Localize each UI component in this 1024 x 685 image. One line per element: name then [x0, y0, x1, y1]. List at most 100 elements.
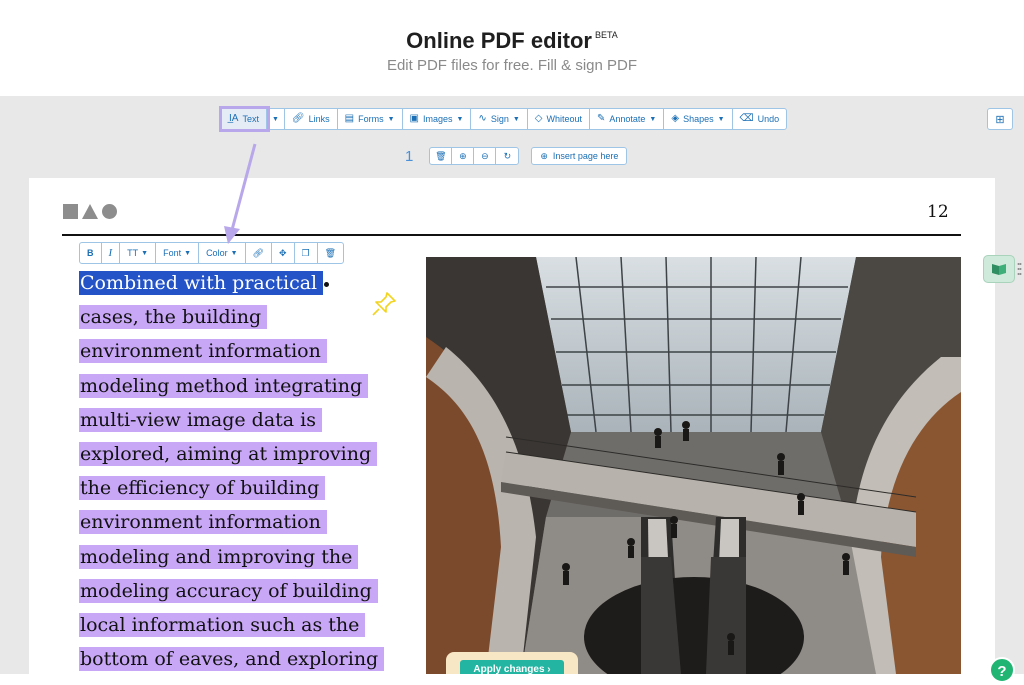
help-icon: ?	[997, 663, 1007, 680]
font-size-button[interactable]: TT ▼	[120, 243, 157, 263]
app-title: Online PDF editor BETA	[0, 28, 1024, 54]
apply-changes-button[interactable]: Apply changes ›	[460, 660, 564, 674]
copy-icon: ❐	[301, 247, 310, 258]
text-format-toolbar: B I TT ▼ Font ▼ Color ▼ 🔗︎ ✥ ❐ 🗑︎	[79, 242, 345, 264]
text-cursor-icon: I̲A	[229, 113, 239, 124]
grid-view-button[interactable]: ⊞	[987, 108, 1013, 130]
link-text-button[interactable]: 🔗︎	[246, 243, 272, 263]
text-line[interactable]: modeling and improving the	[79, 540, 409, 574]
text-line[interactable]: modeling accuracy of building	[79, 574, 409, 608]
chevron-down-icon: ▼	[456, 115, 464, 123]
delete-page-button[interactable]: 🗑︎	[430, 148, 453, 164]
sign-tool-button[interactable]: ∿ Sign ▼	[471, 109, 528, 129]
italic-button[interactable]: I	[102, 243, 121, 263]
undo-button[interactable]: ⌫ Undo	[733, 109, 787, 129]
book-icon	[992, 264, 1006, 275]
text-line[interactable]: environment information	[79, 334, 409, 368]
text-line-content: Combined with practical	[79, 271, 324, 295]
chevron-down-icon: ▼	[230, 249, 238, 257]
trash-icon: 🗑︎	[435, 150, 447, 161]
app-subtitle: Edit PDF files for free. Fill & sign PDF	[386, 57, 638, 74]
delete-text-button[interactable]: 🗑︎	[318, 243, 343, 263]
reader-side-button[interactable]	[983, 255, 1015, 283]
text-line[interactable]: environment information	[79, 505, 409, 539]
forms-tool-button[interactable]: ▤ Forms ▼	[338, 109, 403, 129]
chevron-down-icon: ▼	[271, 115, 279, 123]
move-text-button[interactable]: ✥	[272, 243, 295, 263]
document-logo	[63, 204, 117, 219]
insert-page-label: Insert page here	[552, 151, 619, 161]
text-tool-dropdown[interactable]: ▼	[267, 109, 285, 129]
page-actions: 🗑︎ ⊕ ⊖ ↻	[429, 147, 520, 165]
zoom-out-button[interactable]: ⊖	[474, 148, 497, 164]
editor-workspace: I̲A Text ▼ 🔗︎ Links ▤ Forms ▼ ▣ Images ▼…	[0, 96, 1024, 683]
color-button[interactable]: Color ▼	[199, 243, 246, 263]
rotate-icon: ↻	[503, 150, 512, 161]
text-line[interactable]: modeling method integrating	[79, 369, 409, 403]
chevron-down-icon: ▼	[184, 249, 192, 257]
text-line-content: cases, the building	[79, 305, 268, 330]
color-label: Color	[206, 248, 228, 258]
editable-text-block[interactable]: Combined with practical cases, the build…	[79, 266, 409, 674]
shapes-icon: ◈	[671, 113, 680, 124]
main-toolbar: I̲A Text ▼ 🔗︎ Links ▤ Forms ▼ ▣ Images ▼…	[219, 106, 788, 132]
text-cursor	[324, 281, 330, 287]
whiteout-tool-button[interactable]: ◇ Whiteout	[528, 109, 590, 129]
zoom-in-button[interactable]: ⊕	[452, 148, 475, 164]
annotate-tool-button[interactable]: ✎ Annotate ▼	[590, 109, 665, 129]
images-tool-button[interactable]: ▣ Images ▼	[403, 109, 472, 129]
text-line[interactable]: cases, the building	[79, 300, 409, 334]
beta-badge: BETA	[594, 30, 618, 40]
header-rule	[62, 234, 961, 236]
trash-icon: 🗑︎	[324, 247, 337, 258]
bold-button[interactable]: B	[80, 243, 102, 263]
pencil-icon: ✎	[597, 113, 606, 124]
forms-icon: ▤	[344, 113, 355, 124]
shapes-label: Shapes	[683, 114, 714, 124]
signature-icon: ∿	[478, 113, 487, 124]
undo-label: Undo	[757, 114, 780, 124]
text-line[interactable]: the efficiency of building	[79, 471, 409, 505]
image-icon: ▣	[409, 113, 419, 124]
chevron-down-icon: ▼	[512, 115, 520, 123]
text-line-content: bottom of eaves, and exploring	[79, 647, 385, 672]
link-icon: 🔗︎	[252, 247, 264, 258]
sign-label: Sign	[490, 114, 509, 124]
text-line-content: explored, aiming at improving	[79, 441, 378, 466]
atrium-photo	[426, 257, 961, 674]
undo-icon: ⌫	[739, 113, 754, 124]
app-header: Online PDF editor BETA Edit PDF files for…	[0, 0, 1024, 96]
apply-changes-bubble: Apply changes ›	[446, 652, 578, 674]
text-line-content: environment information	[79, 510, 327, 535]
insert-page-button[interactable]: ⊕ Insert page here	[531, 147, 628, 165]
grid-icon: ⊞	[995, 113, 1005, 126]
link-icon: 🔗︎	[291, 113, 305, 124]
text-line[interactable]: multi-view image data is	[79, 403, 409, 437]
circle-shape-icon	[102, 204, 117, 219]
pdf-page: 12 B I TT ▼ Font ▼ Color ▼ 🔗︎ ✥ ❐ 🗑︎ Combin…	[29, 178, 995, 674]
chevron-down-icon: ▼	[141, 249, 149, 257]
shapes-tool-button[interactable]: ◈ Shapes ▼	[664, 109, 733, 129]
text-line-content: environment information	[79, 339, 327, 364]
help-button[interactable]: ?	[989, 657, 1015, 683]
pin-icon[interactable]	[370, 290, 398, 318]
text-line[interactable]: explored, aiming at improving	[79, 437, 409, 471]
move-icon: ✥	[278, 247, 287, 258]
text-tool-button[interactable]: I̲A Text	[219, 106, 270, 132]
text-line-content: the efficiency of building	[79, 476, 326, 501]
font-size-label: TT	[127, 248, 139, 258]
links-tool-button[interactable]: 🔗︎ Links	[285, 109, 338, 129]
duplicate-text-button[interactable]: ❐	[295, 243, 318, 263]
font-button[interactable]: Font ▼	[156, 243, 200, 263]
text-line[interactable]: local information such as the	[79, 608, 409, 642]
drag-handle-icon[interactable]	[1017, 262, 1022, 276]
text-line-content: multi-view image data is	[79, 407, 323, 432]
text-line[interactable]: Combined with practical	[79, 266, 409, 300]
zoom-out-icon: ⊖	[481, 150, 489, 161]
forms-label: Forms	[358, 114, 384, 124]
rotate-page-button[interactable]: ↻	[496, 148, 518, 164]
chevron-down-icon: ▼	[717, 115, 725, 123]
text-line[interactable]: bottom of eaves, and exploring	[79, 642, 409, 674]
text-line-content: modeling accuracy of building	[79, 578, 378, 603]
document-page-number: 12	[927, 202, 949, 222]
